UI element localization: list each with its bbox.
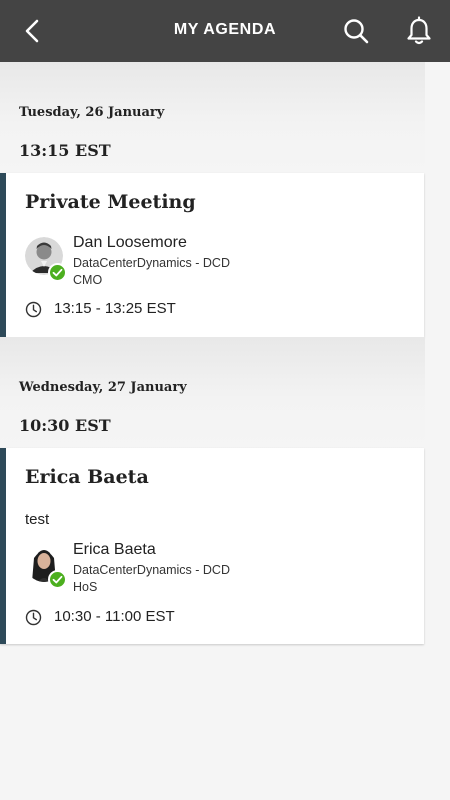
page-title: MY AGENDA [173,21,277,38]
attendee[interactable]: Dan Loosemore DataCenterDynamics - DCD C… [25,234,405,290]
clock-icon [25,301,42,318]
attendee[interactable]: Erica Baeta DataCenterDynamics - DCD HoS [25,541,405,597]
meeting-title: Private Meeting [25,191,196,213]
attendee-company: DataCenterDynamics - DCD [73,256,230,270]
meeting-card[interactable]: Erica Baeta test Erica Baeta DataCenterD… [0,448,424,644]
time-range: 13:15 - 13:25 EST [54,300,176,317]
search-icon [344,19,369,44]
attendee-company: DataCenterDynamics - DCD [73,563,230,577]
search-button[interactable] [342,17,370,45]
bell-icon [407,16,431,45]
attendee-role: HoS [73,580,98,594]
attendee-name: Erica Baeta [73,541,156,558]
time-range: 10:30 - 11:00 EST [54,608,175,625]
meeting-title: Erica Baeta [25,466,149,488]
meeting-card[interactable]: Private Meeting Dan Loosemore DataCenter… [0,173,424,337]
notifications-button[interactable] [405,16,433,46]
confirmed-check-icon [48,263,67,282]
slot-time: 13:15 EST [19,141,111,160]
attendee-name: Dan Loosemore [73,234,187,251]
top-app-bar: MY AGENDA [0,0,450,62]
avatar [25,237,67,282]
slot-time: 10:30 EST [19,416,111,435]
confirmed-check-icon [48,570,67,589]
day-date: Wednesday, 27 January [19,380,187,395]
attendee-role: CMO [73,273,103,287]
agenda-list[interactable]: Tuesday, 26 January 13:15 EST Private Me… [0,62,425,800]
day-date: Tuesday, 26 January [19,105,165,120]
meeting-description: test [25,511,50,528]
day-header: Tuesday, 26 January 13:15 EST [0,62,425,174]
meeting-time: 13:15 - 13:25 EST [25,300,325,320]
meeting-time: 10:30 - 11:00 EST [25,608,325,628]
clock-icon [25,609,42,626]
day-header: Wednesday, 27 January 10:30 EST [0,337,425,449]
avatar [25,544,67,589]
